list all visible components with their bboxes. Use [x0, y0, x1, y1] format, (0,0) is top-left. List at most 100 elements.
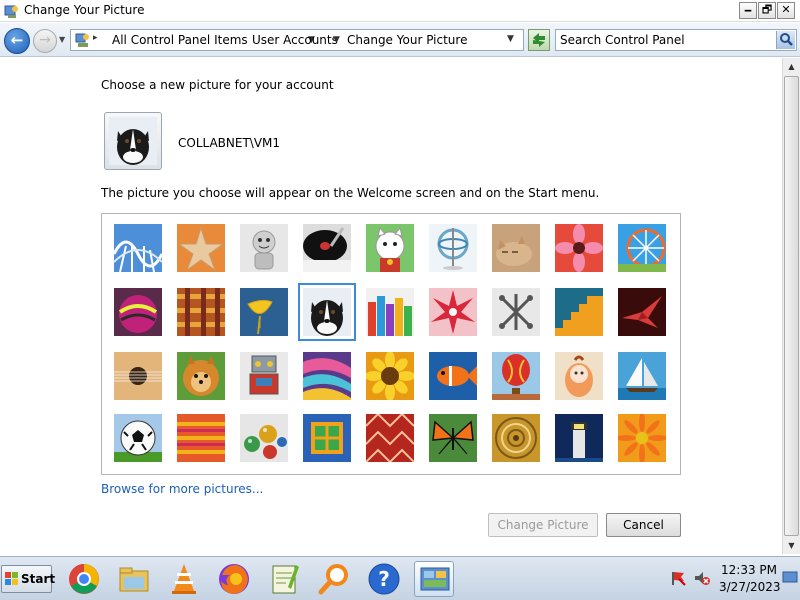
picture-ginkgo-leaf[interactable] [240, 288, 288, 336]
firefox-icon [219, 564, 249, 594]
navigation-bar: ← → ▼ ▸ All Control Panel Items ▼ User A… [0, 23, 800, 57]
picture-ferris-wheel[interactable] [618, 224, 666, 272]
search-button[interactable] [776, 31, 795, 49]
recent-pages-dropdown[interactable]: ▼ [59, 35, 65, 44]
folder-icon [119, 567, 149, 592]
magnifier-icon [318, 564, 348, 595]
picture-woven-textile[interactable] [366, 414, 414, 462]
address-dropdown-icon[interactable]: ▼ [507, 34, 514, 44]
taskbar-search-magnifier[interactable] [314, 561, 354, 597]
notepad-plus-plus-icon [272, 565, 299, 594]
control-panel-icon [4, 5, 18, 18]
clock-time[interactable]: 12:33 PM [721, 563, 777, 577]
picture-jacks[interactable] [492, 288, 540, 336]
border-collie-avatar [109, 117, 157, 165]
clock-date[interactable]: 3/27/2023 [719, 580, 781, 594]
picture-crayons[interactable] [366, 288, 414, 336]
picture-lucky-cat[interactable] [366, 224, 414, 272]
taskbar-file-explorer[interactable] [114, 561, 154, 597]
taskbar-chrome[interactable] [64, 561, 104, 597]
maximize-button[interactable]: 🗗 [758, 2, 776, 19]
taskbar-notepad-plus-plus[interactable] [264, 561, 304, 597]
taskbar-help[interactable]: ? [364, 561, 404, 597]
scroll-up-arrow-icon[interactable]: ▲ [783, 58, 800, 75]
picture-fabric-weave[interactable] [177, 288, 225, 336]
picture-grid [101, 213, 681, 475]
picture-gyroscope[interactable] [429, 224, 477, 272]
chevron-down-icon[interactable]: ▼ [333, 35, 340, 45]
search-box[interactable] [555, 29, 797, 51]
picture-kitten[interactable] [492, 224, 540, 272]
picture-sunflower[interactable] [366, 352, 414, 400]
picture-robot-toy[interactable] [240, 224, 288, 272]
picture-fabric-stripes[interactable] [177, 414, 225, 462]
picture-pink-flower[interactable] [555, 224, 603, 272]
control-panel-icon [75, 33, 89, 47]
picture-lighthouse[interactable] [555, 414, 603, 462]
breadcrumb-user-accounts[interactable]: User Accounts [252, 33, 338, 47]
search-icon [780, 33, 793, 46]
picture-monarch-butterfly[interactable] [429, 414, 477, 462]
picture-starfish[interactable] [177, 224, 225, 272]
back-button[interactable]: ← [4, 28, 30, 54]
chrome-icon [69, 564, 99, 594]
refresh-icon [533, 33, 545, 47]
picture-marbles[interactable] [240, 414, 288, 462]
help-icon: ? [368, 563, 400, 595]
picture-border-collie[interactable] [298, 283, 356, 341]
refresh-button[interactable] [528, 29, 550, 51]
picture-guitar[interactable] [114, 352, 162, 400]
forward-button[interactable]: → [33, 29, 57, 53]
picture-window[interactable] [303, 414, 351, 462]
picture-bowling-ball[interactable] [114, 288, 162, 336]
picture-pomeranian[interactable] [177, 352, 225, 400]
browse-more-pictures-link[interactable]: Browse for more pictures... [101, 482, 263, 496]
action-center-flag-icon[interactable] [670, 570, 686, 586]
show-desktop-icon[interactable] [782, 569, 798, 585]
picture-doll[interactable] [555, 352, 603, 400]
picture-shell-pattern[interactable] [492, 414, 540, 462]
picture-orange-daisy[interactable] [618, 414, 666, 462]
chevron-right-icon[interactable]: ▸ [93, 33, 98, 43]
search-input[interactable] [560, 32, 770, 48]
page-heading: Choose a new picture for your account [101, 78, 334, 92]
vlc-icon [172, 564, 196, 594]
start-label: Start [21, 572, 56, 586]
picture-roller-coaster[interactable] [114, 224, 162, 272]
current-user-picture [104, 112, 162, 170]
taskbar-firefox[interactable] [214, 561, 254, 597]
picture-hot-air-balloon[interactable] [492, 352, 540, 400]
picture-tropical-fish[interactable] [429, 352, 477, 400]
title-bar: Change Your Picture 🗕 🗗 ✕ [0, 0, 800, 22]
picture-paper-crane[interactable] [618, 288, 666, 336]
picture-star-decoration[interactable] [429, 288, 477, 336]
start-button[interactable]: Start [1, 565, 56, 593]
breadcrumb-change-your-picture[interactable]: Change Your Picture [347, 33, 467, 47]
cancel-button[interactable]: Cancel [606, 513, 681, 537]
vertical-scrollbar[interactable]: ▲ ▼ [782, 58, 800, 554]
picture-tin-robot[interactable] [240, 352, 288, 400]
change-picture-button[interactable]: Change Picture [488, 513, 598, 537]
picture-turntable[interactable] [303, 224, 351, 272]
volume-muted-icon[interactable] [694, 570, 710, 586]
close-button[interactable]: ✕ [777, 2, 795, 19]
taskbar-control-panel[interactable] [414, 561, 454, 597]
picture-sailboat[interactable] [618, 352, 666, 400]
picture-soccer-ball[interactable] [114, 414, 162, 462]
minimize-button[interactable]: 🗕 [739, 2, 757, 19]
breadcrumb-all-control-panel-items[interactable]: All Control Panel Items [112, 33, 248, 47]
picture-description: The picture you choose will appear on th… [101, 186, 600, 200]
svg-text:?: ? [378, 567, 390, 591]
window-title: Change Your Picture [24, 3, 145, 17]
user-name: COLLABNET\VM1 [178, 136, 281, 150]
control-panel-icon [420, 567, 450, 591]
main-content: Choose a new picture for your account CO… [0, 58, 782, 554]
scroll-thumb[interactable] [784, 76, 799, 536]
address-bar[interactable]: ▸ All Control Panel Items ▼ User Account… [70, 29, 524, 51]
taskbar: Start ? 12:33 PM 3/27/2023 [0, 556, 800, 600]
windows-logo-icon [5, 572, 18, 585]
taskbar-vlc[interactable] [164, 561, 204, 597]
scroll-down-arrow-icon[interactable]: ▼ [783, 537, 800, 554]
picture-stairs[interactable] [555, 288, 603, 336]
picture-fabric-folds[interactable] [303, 352, 351, 400]
